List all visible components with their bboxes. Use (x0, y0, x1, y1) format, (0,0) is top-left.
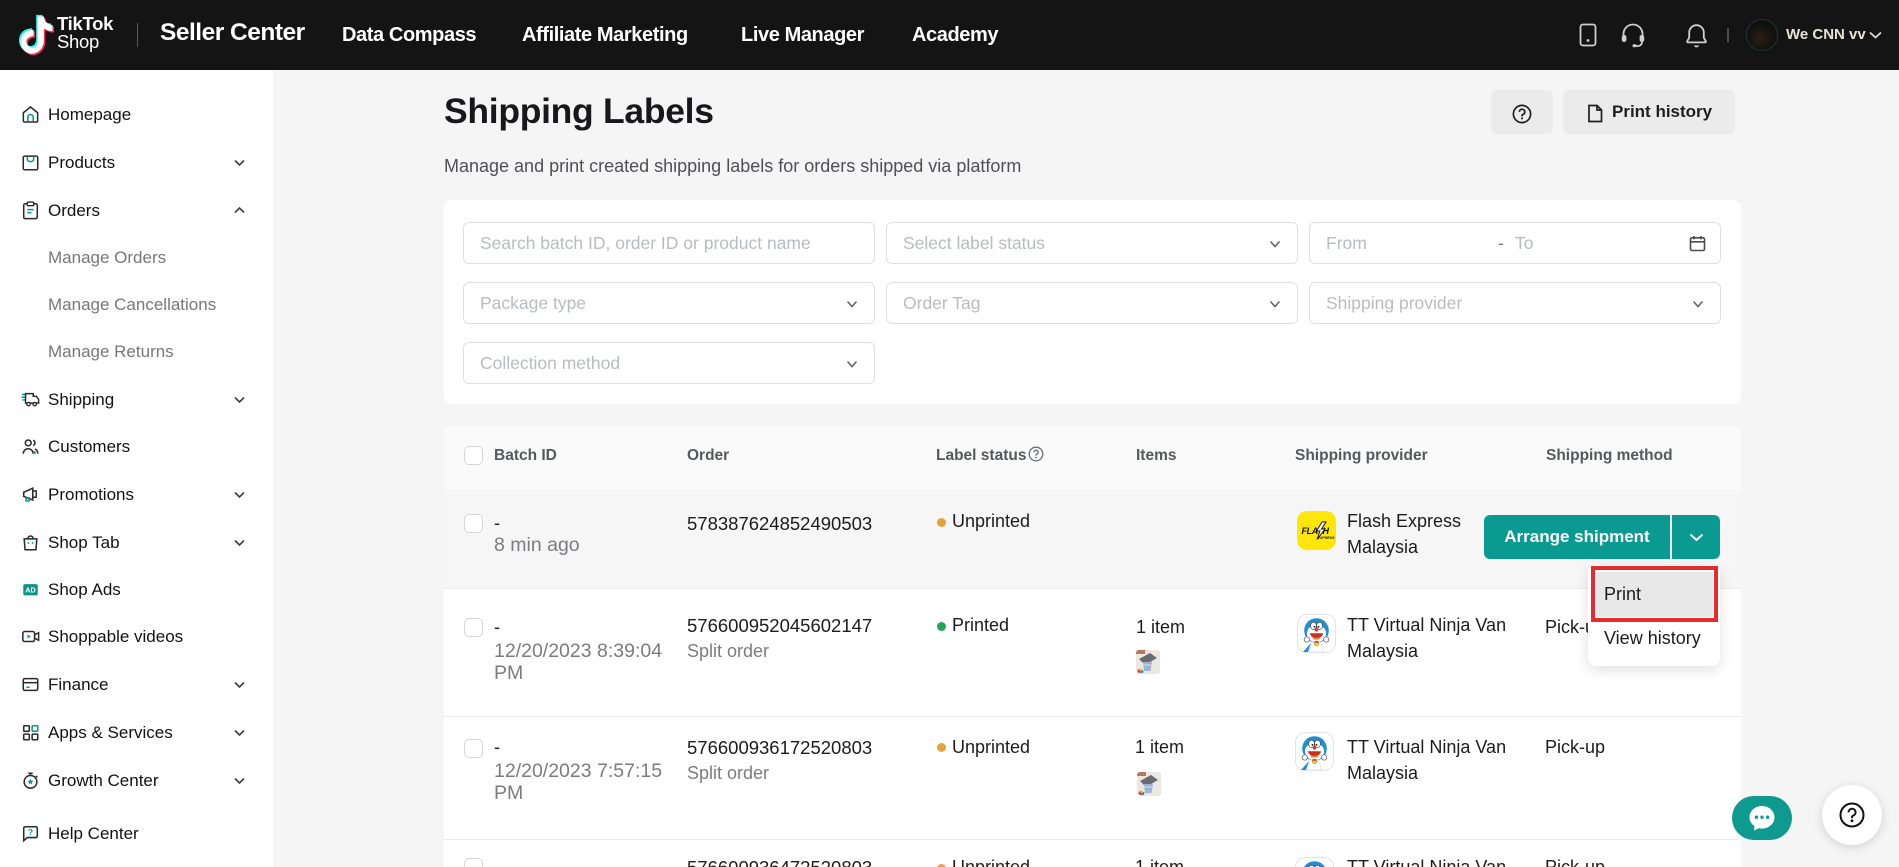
svg-text:?: ? (28, 827, 33, 837)
svg-text:AD: AD (25, 585, 35, 594)
svg-text:FLA: FLA (1302, 526, 1318, 536)
svg-text:EXPRESS: EXPRESS (1318, 536, 1336, 540)
